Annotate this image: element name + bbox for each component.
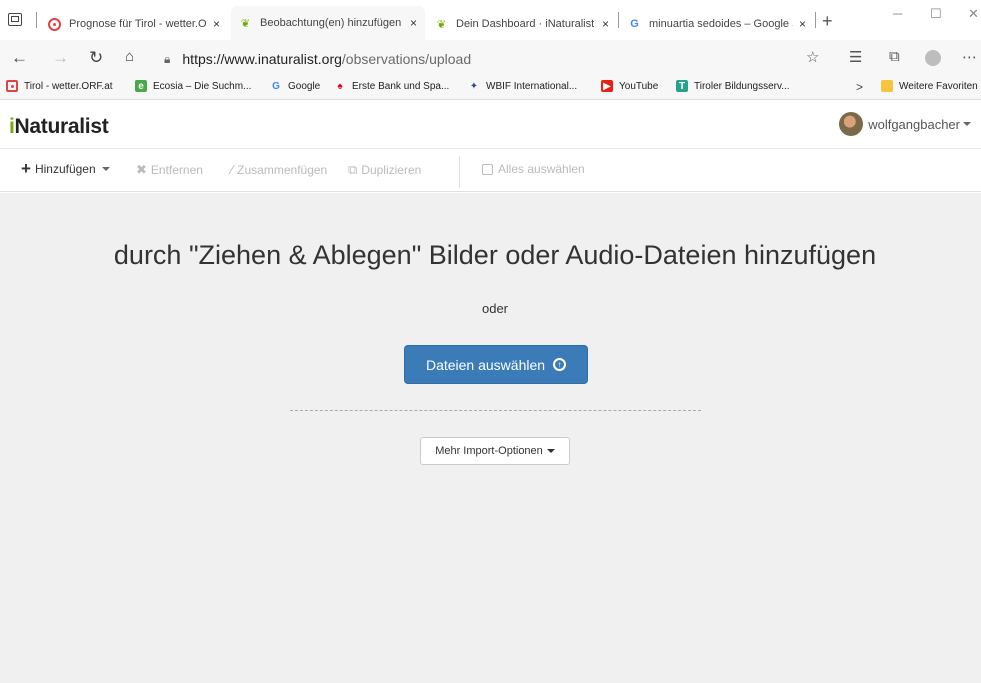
url-field[interactable]: 🔒︎ https://www.inaturalist.org/observati… xyxy=(164,48,471,70)
other-favorites-folder[interactable]: Weitere Favoriten xyxy=(881,80,978,92)
inaturalist-logo[interactable]: iNaturalist xyxy=(9,115,109,139)
user-menu[interactable]: wolfgangbacher xyxy=(839,112,971,136)
inaturalist-icon: ❦ xyxy=(240,17,251,30)
favorite-tiroler-bildungsserver[interactable]: T Tiroler Bildungsserv... xyxy=(676,80,790,92)
more-import-options-button[interactable]: Mehr Import-Optionen xyxy=(420,437,570,465)
tab-separator xyxy=(36,12,37,28)
avatar xyxy=(839,112,864,136)
favorite-label: Tirol - wetter.ORF.at xyxy=(24,80,113,92)
url-host: https://www.inaturalist.org xyxy=(182,51,342,67)
upload-circle-icon: ↑ xyxy=(553,358,567,371)
magic-wand-icon: ⁄ xyxy=(231,162,234,177)
favorite-label: Tiroler Bildungsserv... xyxy=(694,80,790,92)
home-icon[interactable]: ⌂ xyxy=(125,48,134,65)
favorite-wetter-orf[interactable]: Tirol - wetter.ORF.at xyxy=(6,80,113,92)
favorite-wbif[interactable]: ✦ WBIF International... xyxy=(468,80,577,92)
favorite-label: YouTube xyxy=(619,80,659,92)
google-icon: G xyxy=(630,18,639,30)
orf-icon xyxy=(6,80,18,92)
tab-title: minuartia sedoides – Google Suche xyxy=(649,18,793,30)
close-tab-icon[interactable]: × xyxy=(410,16,417,30)
drop-zone[interactable]: durch "Ziehen & Ablegen" Bilder oder Aud… xyxy=(0,193,981,683)
settings-more-icon[interactable]: ⋯ xyxy=(962,48,977,66)
choose-files-button[interactable]: Dateien auswählen ↑ xyxy=(404,345,588,384)
favorite-star-icon[interactable]: ☆ xyxy=(806,48,819,66)
address-bar-row: ← → ↻ ⌂ 🔒︎ https://www.inaturalist.org/o… xyxy=(0,40,981,76)
plus-icon: + xyxy=(21,159,31,178)
merge-button[interactable]: ⁄ Zusammenfügen xyxy=(231,162,327,177)
favorites-bar: Tirol - wetter.ORF.at e Ecosia – Die Suc… xyxy=(0,76,981,100)
ecosia-icon: e xyxy=(135,80,147,92)
tab-title: Beobachtung(en) hinzufügen | iNaturalist xyxy=(260,17,404,29)
tab-wetter-orf[interactable]: Prognose für Tirol - wetter.ORF.at × xyxy=(40,8,228,40)
or-separator-text: oder xyxy=(481,301,509,316)
google-icon: G xyxy=(272,80,280,92)
select-all-checkbox[interactable]: Alles auswählen xyxy=(482,162,585,176)
favorite-google[interactable]: G Google xyxy=(270,80,320,92)
browser-tab-strip: Prognose für Tirol - wetter.ORF.at × ❦ B… xyxy=(0,0,981,40)
upload-toolbar: + Hinzufügen ✖ Entfernen ⁄ Zusammenfügen… xyxy=(0,150,981,192)
remove-x-icon: ✖ xyxy=(136,162,147,177)
browser-profile-avatar[interactable] xyxy=(925,50,941,66)
wbif-icon: ✦ xyxy=(469,80,479,92)
close-tab-icon[interactable]: × xyxy=(602,17,609,31)
toolbar-divider xyxy=(459,156,460,188)
duplicate-button[interactable]: ⧉ Duplizieren xyxy=(348,162,421,178)
favorite-label: Erste Bank und Spa... xyxy=(352,80,450,92)
sparkasse-icon: ♠ xyxy=(337,80,343,92)
close-window-icon[interactable]: ✕ xyxy=(968,6,979,22)
inaturalist-icon: ❦ xyxy=(436,18,447,31)
forward-arrow-icon[interactable]: → xyxy=(52,48,69,68)
reload-icon[interactable]: ↻ xyxy=(89,48,103,68)
close-tab-icon[interactable]: × xyxy=(799,17,806,31)
tab-dashboard[interactable]: ❦ Dein Dashboard · iNaturalist × xyxy=(427,8,617,40)
youtube-icon: ▶ xyxy=(601,80,613,92)
favorite-label: Google xyxy=(288,80,321,92)
copy-icon: ⧉ xyxy=(348,162,358,177)
favorite-label: Ecosia – Die Suchm... xyxy=(153,80,252,92)
tab-beobachtung-hinzufuegen[interactable]: ❦ Beobachtung(en) hinzufügen | iNaturali… xyxy=(231,6,425,40)
lock-icon: 🔒︎ xyxy=(164,51,171,66)
tab-actions-icon[interactable] xyxy=(8,13,22,26)
checkbox-icon xyxy=(482,163,493,175)
folder-icon xyxy=(881,80,893,92)
tab-title: Prognose für Tirol - wetter.ORF.at xyxy=(69,18,207,30)
caret-down-icon xyxy=(101,167,110,171)
orf-icon xyxy=(48,17,61,31)
favorites-list-icon[interactable]: ☰ xyxy=(849,48,862,66)
close-tab-icon[interactable]: × xyxy=(213,17,220,31)
drop-zone-title: durch "Ziehen & Ablegen" Bilder oder Aud… xyxy=(113,240,877,270)
caret-down-icon xyxy=(546,449,555,453)
tab-title: Dein Dashboard · iNaturalist xyxy=(456,18,595,30)
add-dropdown-button[interactable]: + Hinzufügen xyxy=(21,159,110,178)
favorite-erste-bank[interactable]: ♠ Erste Bank und Spa... xyxy=(334,80,449,92)
new-tab-button[interactable]: + xyxy=(822,11,833,32)
remove-button[interactable]: ✖ Entfernen xyxy=(136,162,203,178)
minimize-icon[interactable]: ─ xyxy=(893,6,902,21)
url-path: /observations/upload xyxy=(341,51,472,67)
favorite-label: Weitere Favoriten xyxy=(899,80,978,92)
username: wolfgangbacher xyxy=(868,116,960,132)
favorite-ecosia[interactable]: e Ecosia – Die Suchm... xyxy=(135,80,251,92)
tab-google-search[interactable]: G minuartia sedoides – Google Suche × xyxy=(620,8,814,40)
collections-icon[interactable]: ⧉ xyxy=(889,48,900,65)
dashed-divider xyxy=(290,410,701,411)
tirol-icon: T xyxy=(676,80,688,92)
back-arrow-icon[interactable]: ← xyxy=(11,48,28,68)
tab-separator xyxy=(815,12,816,28)
tab-separator xyxy=(618,12,619,28)
favorite-label: WBIF International... xyxy=(486,80,578,92)
more-favorites-chevron-icon[interactable]: > xyxy=(856,80,863,94)
site-header: iNaturalist wolfgangbacher xyxy=(0,101,981,149)
caret-down-icon xyxy=(963,122,971,126)
favorite-youtube[interactable]: ▶ YouTube xyxy=(601,80,658,92)
maximize-icon[interactable]: ☐ xyxy=(930,6,942,22)
